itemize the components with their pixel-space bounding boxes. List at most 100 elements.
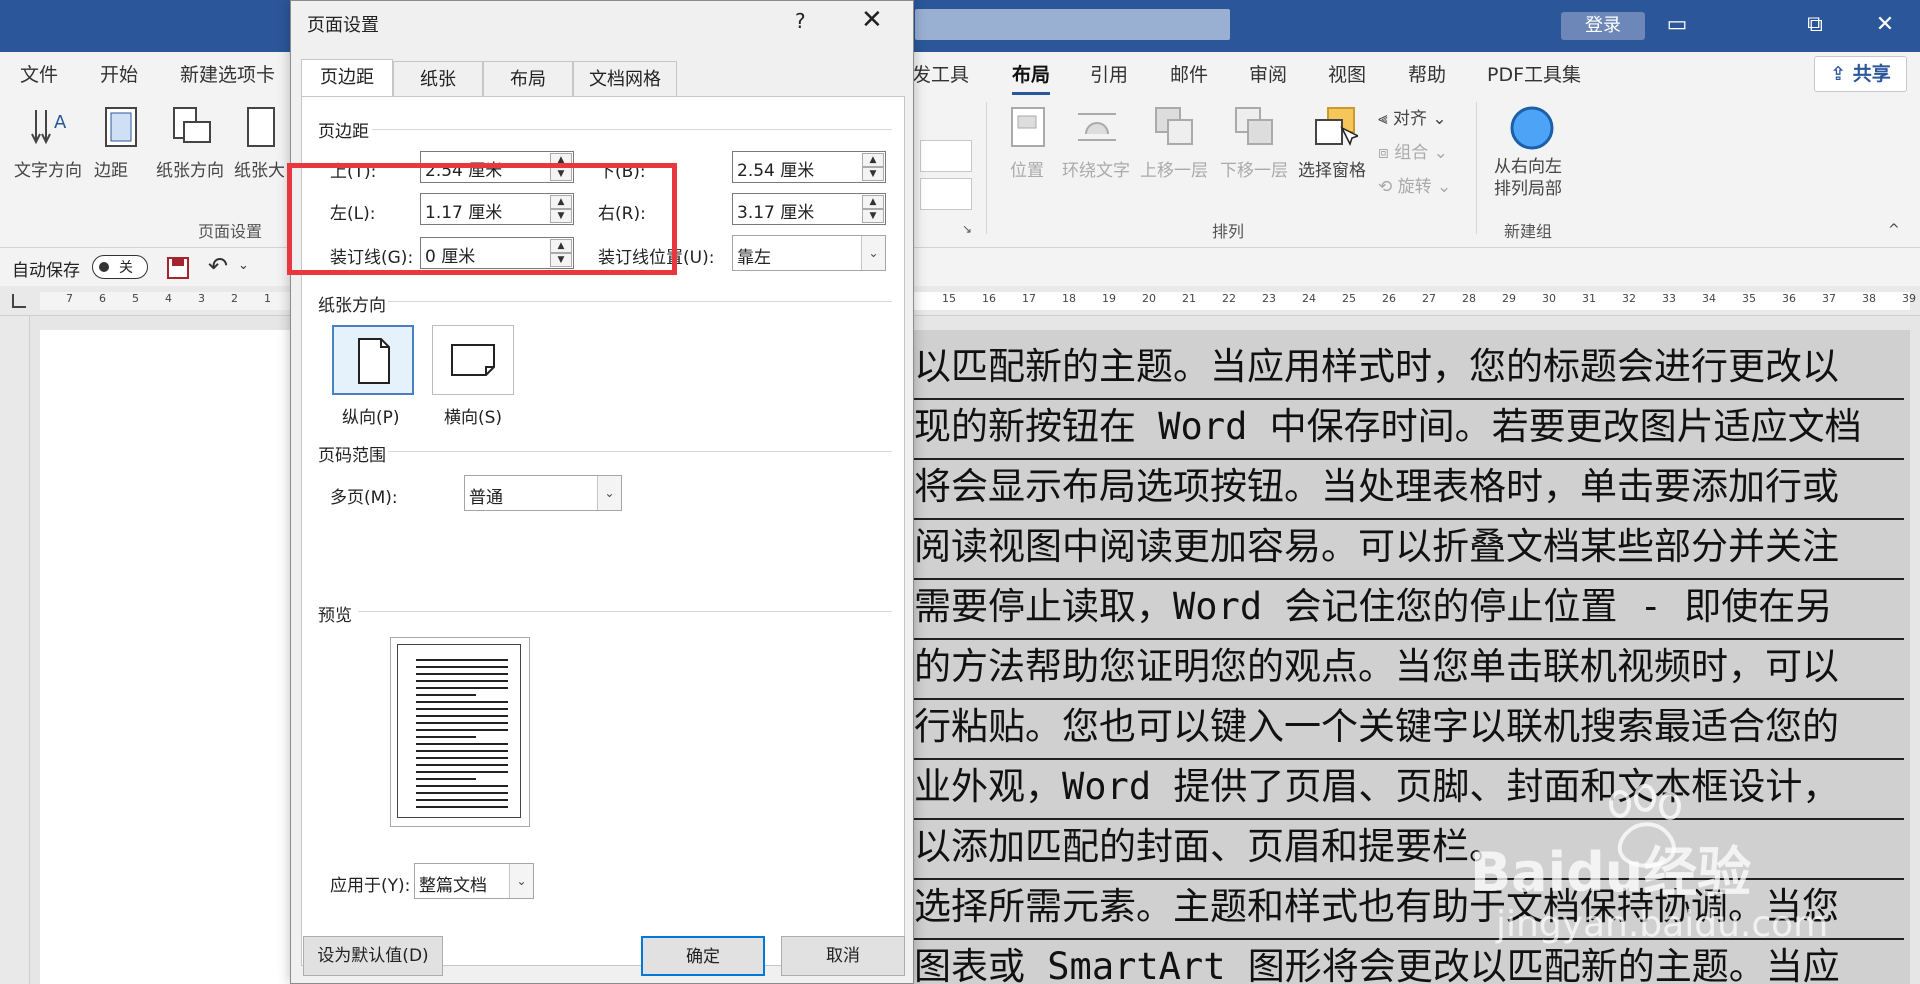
bring-forward-icon xyxy=(1155,107,1193,145)
title-search-box[interactable] xyxy=(915,9,1230,40)
group-divider xyxy=(1476,102,1477,234)
tab-doc-grid[interactable]: 文档网格 xyxy=(573,61,677,97)
right-margin-spinner[interactable]: 3.17 厘米 ▲ ▼ xyxy=(732,193,886,225)
margins-section-title: 页边距 xyxy=(318,122,369,142)
align-button[interactable]: ⫷ 对齐 ⌄ xyxy=(1378,104,1447,129)
highlight-annotation-box xyxy=(287,163,677,275)
dialog-launcher-icon[interactable]: ↘ xyxy=(962,222,972,236)
ribbon-display-icon[interactable]: ▭ xyxy=(1662,10,1692,40)
tab-paper[interactable]: 纸张 xyxy=(393,61,483,97)
ruler-tick-label: 39 xyxy=(1902,292,1916,305)
cancel-button[interactable]: 取消 xyxy=(781,936,905,976)
toggle-label: 关 xyxy=(119,260,133,276)
gutter-position-select[interactable]: 靠左 ⌄ xyxy=(732,235,886,271)
ruler-tick-label: 33 xyxy=(1662,292,1676,305)
portrait-page-icon xyxy=(358,338,390,384)
preview-text-line xyxy=(416,666,508,668)
orientation-icon xyxy=(173,107,211,143)
ruler-tick-label: 26 xyxy=(1382,292,1396,305)
position-button[interactable]: 位置 xyxy=(1010,156,1044,181)
tab-references[interactable]: 引用 xyxy=(1090,60,1128,87)
tab-review[interactable]: 审阅 xyxy=(1249,60,1287,87)
portrait-label: 纵向(P) xyxy=(342,408,400,428)
spacing-before-field[interactable] xyxy=(920,140,972,172)
preview-text-line xyxy=(416,659,508,661)
preview-text-line xyxy=(416,764,508,766)
preview-page xyxy=(397,644,521,818)
close-icon[interactable]: ✕ xyxy=(861,5,883,35)
preview-text-line xyxy=(416,708,508,710)
set-default-button[interactable]: 设为默认值(D) xyxy=(303,936,443,976)
preview-text-line xyxy=(416,743,508,745)
orientation-button[interactable]: 纸张方向 xyxy=(156,156,224,181)
bring-forward-button[interactable]: 上移一层 xyxy=(1140,156,1208,181)
tab-new[interactable]: 新建选项卡 xyxy=(180,60,275,87)
document-page-left[interactable] xyxy=(40,330,300,984)
portrait-option[interactable] xyxy=(332,325,414,395)
preview-text-line xyxy=(416,680,508,682)
bottom-margin-spinner[interactable]: 2.54 厘米 ▲ ▼ xyxy=(732,151,886,183)
landscape-page-icon xyxy=(451,344,495,376)
tab-view[interactable]: 视图 xyxy=(1328,60,1366,87)
group-button[interactable]: ⧈ 组合 ⌄ xyxy=(1378,138,1448,163)
chevron-down-icon[interactable]: ⌄ xyxy=(597,476,621,510)
tab-layout[interactable]: 布局 xyxy=(483,61,573,97)
spin-up-icon[interactable]: ▲ xyxy=(862,153,884,167)
tab-mailings[interactable]: 邮件 xyxy=(1170,60,1208,87)
chevron-down-icon[interactable]: ⌄ xyxy=(509,864,533,898)
restore-icon[interactable]: ⧉ xyxy=(1800,10,1830,40)
selection-pane-button[interactable]: 选择窗格 xyxy=(1298,156,1366,181)
chevron-down-icon[interactable]: ⌄ xyxy=(861,236,885,270)
preview-frame xyxy=(390,637,530,827)
rotate-button[interactable]: ⟲ 旋转 ⌄ xyxy=(1378,172,1451,197)
new-group-label: 新建组 xyxy=(1504,222,1553,241)
size-button[interactable]: 纸张大 xyxy=(234,156,285,181)
landscape-option[interactable] xyxy=(432,325,514,395)
spin-up-icon[interactable]: ▲ xyxy=(862,195,884,209)
login-button[interactable]: 登录 xyxy=(1561,12,1645,40)
tab-developer[interactable]: 发工具 xyxy=(912,60,969,87)
preview-text-line xyxy=(416,701,508,703)
tab-file[interactable]: 文件 xyxy=(20,60,58,87)
watermark-text: Baidu经验 xyxy=(1470,841,1752,904)
preview-text-line xyxy=(416,729,508,731)
send-backward-button[interactable]: 下移一层 xyxy=(1220,156,1288,181)
ruler-tick-label: 4 xyxy=(165,292,172,305)
save-icon[interactable] xyxy=(166,256,190,280)
collapse-ribbon-icon[interactable]: ^ xyxy=(1888,222,1900,238)
chevron-down-icon[interactable]: ⌄ xyxy=(238,258,249,273)
tab-home[interactable]: 开始 xyxy=(100,60,138,87)
spin-down-icon[interactable]: ▼ xyxy=(862,167,884,181)
preview-text-line xyxy=(416,722,508,724)
help-icon[interactable]: ? xyxy=(795,9,806,33)
spacing-after-field[interactable] xyxy=(920,178,972,210)
ruler-tick-label: 7 xyxy=(66,292,73,305)
spin-down-icon[interactable]: ▼ xyxy=(862,209,884,223)
tab-pdf[interactable]: PDF工具集 xyxy=(1487,60,1581,87)
tab-margins[interactable]: 页边距 xyxy=(301,59,393,97)
close-window-icon[interactable]: ✕ xyxy=(1870,10,1900,40)
share-button[interactable]: ⇪ 共享 xyxy=(1814,56,1907,92)
rotate-icon: ⟲ xyxy=(1378,177,1398,197)
preview-text-line xyxy=(416,806,508,808)
ok-button[interactable]: 确定 xyxy=(641,936,765,976)
ruler-tick-label: 16 xyxy=(982,292,996,305)
group-divider xyxy=(986,102,987,234)
orientation-section-title: 纸张方向 xyxy=(318,296,386,316)
tab-selector-icon[interactable] xyxy=(12,294,26,308)
tab-help[interactable]: 帮助 xyxy=(1408,60,1446,87)
preview-text-line xyxy=(416,799,508,801)
wrap-text-button[interactable]: 环绕文字 xyxy=(1062,156,1130,181)
tab-layout[interactable]: 布局 xyxy=(1012,60,1051,95)
text-direction-button[interactable]: 文字方向 xyxy=(14,156,82,181)
margins-button[interactable]: 边距 xyxy=(94,156,128,181)
page-setup-group-label: 页面设置 xyxy=(198,222,263,241)
autosave-toggle[interactable]: 关 xyxy=(92,255,148,279)
undo-icon[interactable]: ↶ xyxy=(208,252,228,280)
multiple-pages-select[interactable]: 普通 ⌄ xyxy=(464,475,622,511)
ruler-tick-label: 1 xyxy=(264,292,271,305)
arrange-group-label: 排列 xyxy=(1212,222,1245,241)
rtl-arrange-button[interactable]: 从右向左 排列局部 xyxy=(1494,156,1562,200)
apply-to-select[interactable]: 整篇文档 ⌄ xyxy=(414,863,534,899)
document-text-line: 现的新按钮在 Word 中保存时间。若要更改图片适应文档 xyxy=(914,400,1904,460)
